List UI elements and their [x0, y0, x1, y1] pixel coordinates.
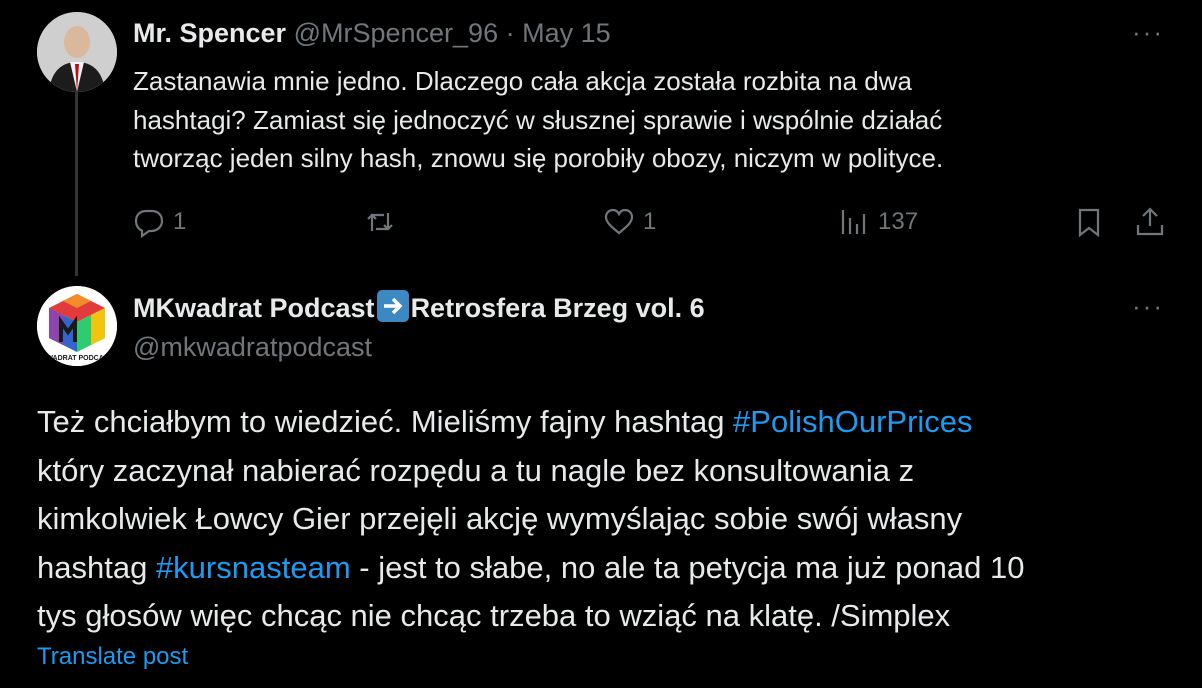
- translate-post-link[interactable]: Translate post: [37, 643, 188, 671]
- author-name-part2: Retrosfera Brzeg vol. 6: [410, 293, 705, 323]
- reply-text: Zastanawia mnie jedno. Dlaczego cała akc…: [133, 62, 1143, 178]
- thread-view: Mr. Spencer @MrSpencer_96 · May 15 ··· Z…: [0, 0, 1202, 688]
- avatar-logo-image: KWADRAT PODCAST: [37, 286, 117, 366]
- reply-text-line: tworząc jeden silny hash, znowu się poro…: [133, 143, 944, 173]
- hashtag-link[interactable]: #kursnasteam: [156, 550, 351, 585]
- avatar-logo-text: KWADRAT PODCAST: [41, 355, 113, 362]
- post-text-segment: Też chciałbym to wiedzieć. Mieliśmy fajn…: [37, 404, 734, 439]
- reply-text-line: hashtagi? Zamiast się jednoczyć w słuszn…: [133, 104, 943, 135]
- post-text-line: który zaczynał nabierać rozpędu a tu nag…: [37, 452, 915, 488]
- reply-header: Mr. Spencer @MrSpencer_96 · May 15: [133, 16, 611, 50]
- bookmark-button[interactable]: [1073, 200, 1105, 244]
- like-count: 1: [643, 208, 657, 235]
- hashtag-link[interactable]: #PolishOurPrices: [733, 404, 972, 439]
- reply-button[interactable]: 1: [133, 200, 186, 244]
- share-button[interactable]: [1134, 200, 1166, 244]
- avatar[interactable]: KWADRAT PODCAST: [37, 286, 117, 366]
- main-post-text: Też chciałbym to wiedzieć. Mieliśmy fajn…: [37, 398, 1177, 641]
- author-name-part1: MKwadrat Podcast: [133, 293, 375, 323]
- thread-connector-line: [75, 92, 78, 276]
- reply-text-line: Zastanawia mnie jedno. Dlaczego cała akc…: [133, 66, 912, 96]
- analytics-icon: [841, 210, 866, 234]
- avatar-image: [37, 12, 117, 92]
- post-date[interactable]: May 15: [522, 18, 611, 48]
- post-text-segment: - jest to słabe, no ale ta petycja ma ju…: [350, 549, 1025, 585]
- post-text-line: kimkolwiek Łowcy Gier przejęli akcję wym…: [37, 501, 963, 536]
- more-options-icon[interactable]: ···: [1132, 19, 1164, 45]
- author-handle[interactable]: @MrSpencer_96: [294, 18, 499, 48]
- repost-icon: [367, 213, 393, 231]
- share-icon: [1136, 207, 1164, 236]
- avatar[interactable]: [37, 12, 117, 92]
- post-text-line: hashtag #kursnasteam - jest to słabe, no…: [37, 544, 1177, 593]
- more-options-icon[interactable]: ···: [1132, 293, 1164, 319]
- right-arrow-emoji-icon: [376, 290, 409, 322]
- main-post-author: MKwadrat Podcast Retrosfera Brzeg vol. 6: [133, 290, 705, 325]
- views-count: 137: [878, 208, 919, 235]
- separator-dot: ·: [505, 18, 515, 48]
- post-text-segment: hashtag: [37, 549, 156, 585]
- views-button[interactable]: 137: [838, 200, 918, 244]
- author-name[interactable]: MKwadrat Podcast Retrosfera Brzeg vol. 6: [133, 290, 705, 323]
- main-post-handle-row: @mkwadratpodcast: [133, 330, 372, 364]
- reply-count: 1: [173, 208, 187, 235]
- bookmark-icon: [1078, 208, 1100, 238]
- comment-icon: [134, 209, 164, 238]
- like-button[interactable]: 1: [603, 200, 656, 244]
- heart-icon: [604, 208, 634, 235]
- repost-button[interactable]: [364, 200, 396, 244]
- post-text-line: Też chciałbym to wiedzieć. Mieliśmy fajn…: [37, 398, 1177, 447]
- author-handle[interactable]: @mkwadratpodcast: [133, 332, 372, 362]
- author-name[interactable]: Mr. Spencer: [133, 18, 286, 48]
- post-text-line: tys głosów więc chcąc nie chcąc trzeba t…: [37, 598, 951, 633]
